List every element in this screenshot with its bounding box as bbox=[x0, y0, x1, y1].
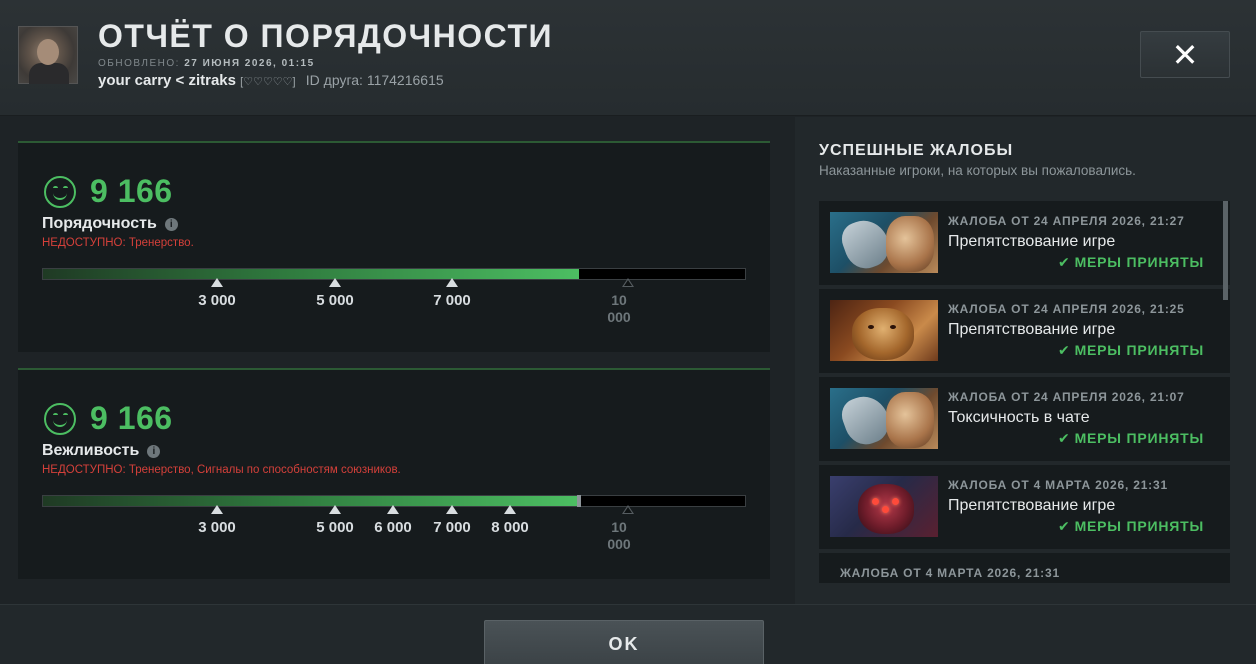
updated-timestamp: ОБНОВЛЕНО: 27 ИЮНЯ 2026, 01:15 bbox=[98, 58, 315, 69]
player-name: your carry < zitraks bbox=[98, 72, 236, 89]
report-status: ✔ МЕРЫ ПРИНЯТЫ bbox=[1058, 254, 1204, 271]
check-icon: ✔ bbox=[1058, 430, 1071, 446]
check-icon: ✔ bbox=[1058, 342, 1071, 358]
report-status-label: МЕРЫ ПРИНЯТЫ bbox=[1074, 430, 1204, 446]
tusk-portrait-icon bbox=[830, 212, 938, 273]
tick-label: 8 000 bbox=[491, 519, 529, 536]
report-status: ✔ МЕРЫ ПРИНЯТЫ bbox=[1058, 342, 1204, 359]
report-reason: Препятствование игре bbox=[948, 497, 1116, 514]
conduct-label: Порядочность bbox=[42, 215, 157, 232]
report-status: ✔ МЕРЫ ПРИНЯТЫ bbox=[1058, 518, 1204, 535]
hearts-rating: [♡♡♡♡♡] bbox=[240, 76, 296, 88]
player-info: your carry < zitraks [♡♡♡♡♡] ID друга: 1… bbox=[98, 72, 444, 89]
conduct-progress-bar bbox=[42, 268, 746, 280]
report-reason: Препятствование игре bbox=[948, 233, 1116, 250]
report-status-label: МЕРЫ ПРИНЯТЫ bbox=[1074, 518, 1204, 534]
conduct-score-row: 9 166 bbox=[44, 173, 173, 210]
conduct-unavailable: НЕДОСТУПНО: Тренерство. bbox=[42, 237, 194, 249]
updated-label: ОБНОВЛЕНО: bbox=[98, 58, 180, 69]
conduct-score: 9 166 bbox=[90, 173, 173, 209]
updated-value: 27 ИЮНЯ 2026, 01:15 bbox=[184, 58, 315, 69]
reports-title: УСПЕШНЫЕ ЖАЛОБЫ bbox=[819, 142, 1014, 159]
reports-scrollbar[interactable] bbox=[1223, 201, 1228, 300]
tick-label: 5 000 bbox=[316, 292, 354, 309]
close-button[interactable]: ✕ bbox=[1140, 31, 1230, 78]
info-icon[interactable]: i bbox=[164, 217, 178, 231]
page-title: ОТЧЁТ О ПОРЯДОЧНОСТИ bbox=[98, 18, 554, 54]
politeness-score: 9 166 bbox=[90, 400, 173, 436]
report-card[interactable]: ЖАЛОБА ОТ 24 АПРЕЛЯ 2026, 21:07 Токсично… bbox=[819, 377, 1230, 461]
report-date: ЖАЛОБА ОТ 4 МАРТА 2026, 21:31 bbox=[840, 566, 1060, 580]
tick-label-max: 10 000 bbox=[607, 292, 631, 325]
report-date: ЖАЛОБА ОТ 24 АПРЕЛЯ 2026, 21:25 bbox=[948, 302, 1185, 316]
tusk-portrait-icon bbox=[830, 388, 938, 449]
check-icon: ✔ bbox=[1058, 518, 1071, 534]
politeness-label: Вежливость bbox=[42, 442, 140, 459]
smiley-icon bbox=[44, 402, 76, 435]
info-icon[interactable]: i bbox=[147, 444, 161, 458]
tick-label: 3 000 bbox=[198, 519, 236, 536]
tick-label-max: 10 000 bbox=[607, 519, 631, 552]
avatar-shirt bbox=[29, 63, 69, 84]
broodmother-portrait-icon bbox=[830, 476, 938, 537]
conduct-progress-fill bbox=[43, 269, 579, 279]
report-reason: Препятствование игре bbox=[948, 321, 1116, 338]
conduct-panel: 9 166 Порядочность i НЕДОСТУПНО: Тренерс… bbox=[18, 141, 770, 352]
politeness-panel: 9 166 Вежливость i НЕДОСТУПНО: Тренерств… bbox=[18, 368, 770, 579]
smiley-icon bbox=[44, 175, 76, 208]
header: ОТЧЁТ О ПОРЯДОЧНОСТИ ОБНОВЛЕНО: 27 ИЮНЯ … bbox=[0, 0, 1256, 116]
report-card[interactable]: ЖАЛОБА ОТ 4 МАРТА 2026, 21:31 bbox=[819, 553, 1230, 583]
ok-button-label: OK bbox=[608, 634, 640, 654]
ok-button[interactable]: OK bbox=[484, 620, 764, 664]
conduct-label-row: Порядочность i bbox=[42, 215, 178, 233]
report-card[interactable]: ЖАЛОБА ОТ 24 АПРЕЛЯ 2026, 21:27 Препятст… bbox=[819, 201, 1230, 285]
report-date: ЖАЛОБА ОТ 24 АПРЕЛЯ 2026, 21:27 bbox=[948, 214, 1185, 228]
report-status-label: МЕРЫ ПРИНЯТЫ bbox=[1074, 254, 1204, 270]
tick-label: 7 000 bbox=[433, 292, 471, 309]
friend-id: ID друга: 1174216615 bbox=[305, 72, 444, 88]
politeness-score-row: 9 166 bbox=[44, 400, 173, 437]
check-icon: ✔ bbox=[1058, 254, 1071, 270]
report-reason: Токсичность в чате bbox=[948, 409, 1090, 426]
close-icon: ✕ bbox=[1171, 36, 1199, 73]
politeness-progress-cap bbox=[577, 495, 581, 507]
avatar-face bbox=[37, 39, 59, 65]
report-status-label: МЕРЫ ПРИНЯТЫ bbox=[1074, 342, 1204, 358]
politeness-label-row: Вежливость i bbox=[42, 442, 161, 460]
report-date: ЖАЛОБА ОТ 24 АПРЕЛЯ 2026, 21:07 bbox=[948, 390, 1185, 404]
politeness-progress-fill bbox=[43, 496, 579, 506]
report-card[interactable]: ЖАЛОБА ОТ 24 АПРЕЛЯ 2026, 21:25 Препятст… bbox=[819, 289, 1230, 373]
politeness-unavailable: НЕДОСТУПНО: Тренерство, Сигналы по спосо… bbox=[42, 464, 401, 476]
report-status: ✔ МЕРЫ ПРИНЯТЫ bbox=[1058, 430, 1204, 447]
reports-subtitle: Наказанные игроки, на которых вы пожалов… bbox=[819, 163, 1136, 178]
player-avatar[interactable] bbox=[18, 26, 78, 84]
tick-label: 3 000 bbox=[198, 292, 236, 309]
beastmaster-portrait-icon bbox=[830, 300, 938, 361]
report-card[interactable]: ЖАЛОБА ОТ 4 МАРТА 2026, 21:31 Препятство… bbox=[819, 465, 1230, 549]
report-date: ЖАЛОБА ОТ 4 МАРТА 2026, 21:31 bbox=[948, 478, 1168, 492]
